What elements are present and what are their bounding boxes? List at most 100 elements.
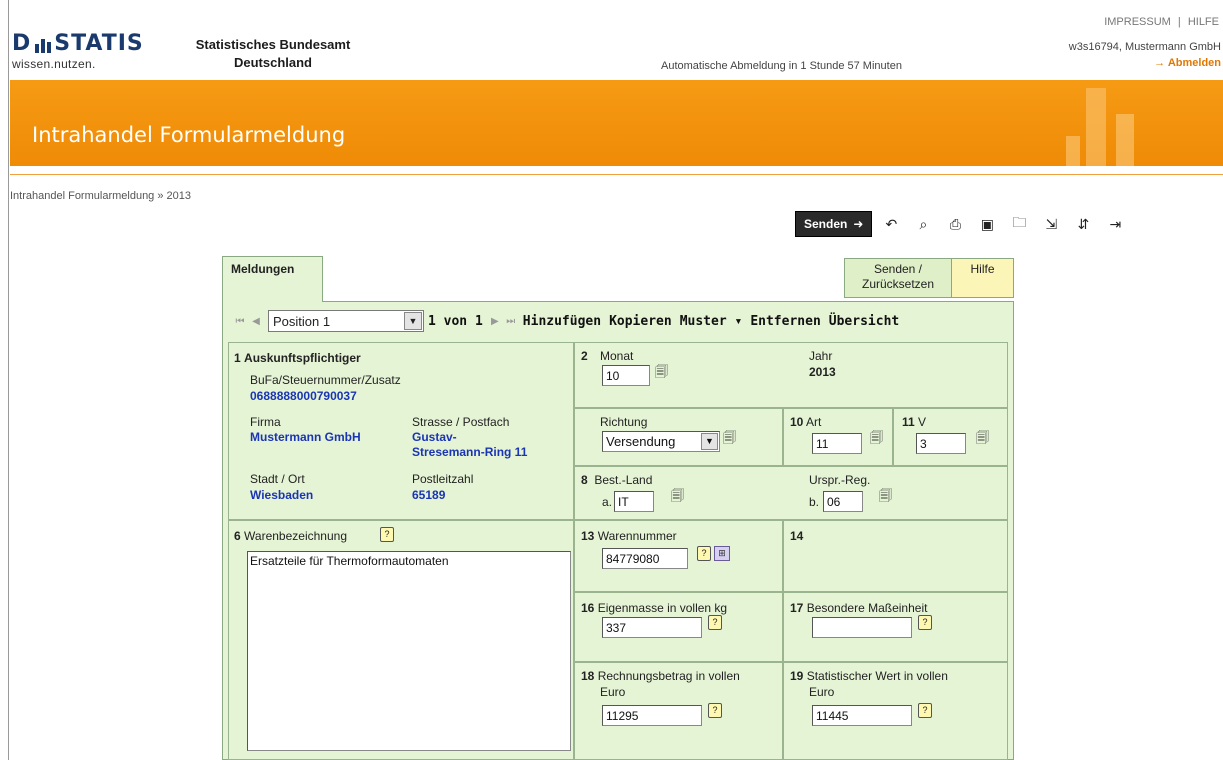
field-8-country: 8 Best.-Land a. IT 🗐 Urspr.-Reg. b. 06 🗐 [574,466,1008,520]
richtung-label: Richtung [600,415,648,429]
ursprreg-input[interactable]: 06 [823,491,863,512]
monat-label: Monat [600,349,634,363]
eigenmasse-input[interactable]: 337 [602,617,702,638]
chevron-down-icon: ▼ [701,433,718,450]
last-icon[interactable]: ⏭ [503,316,519,327]
session-timeout-text: Automatische Abmeldung in 1 Stunde 57 Mi… [661,60,902,72]
remove-button[interactable]: Entfernen [750,314,820,329]
page-indicator: 1 von 1 [428,313,483,329]
tab-send-reset-line1: Senden / [873,262,923,276]
tab-send-reset[interactable]: Senden / Zurücksetzen [844,258,952,298]
field-17-special-unit: 17 Besondere Maßeinheit ? [783,592,1008,662]
open-folder-icon[interactable]: 🗀 [1006,211,1032,237]
field-number: 19 [790,669,804,683]
copy-button[interactable]: Kopieren [609,314,672,329]
field-11-v: 11 V 3 🗐 [893,408,1008,466]
field-2-period: 2 Monat 10 🗐 Jahr 2013 [574,342,1008,408]
street-label: Strasse / Postfach [412,415,510,429]
destatis-logo[interactable]: D STATIS wissen.nutzen. [12,32,162,74]
art-label: Art [806,415,822,429]
picker-icon[interactable]: 🗐 [879,489,897,505]
logo-bars-icon [35,37,52,53]
help-icon[interactable]: ? [697,546,711,561]
picker-icon[interactable]: 🗐 [671,489,689,505]
firma-value: Mustermann GmbH [250,430,361,444]
statwert-input[interactable]: 11445 [812,705,912,726]
template-menu[interactable]: Muster ▾ [680,314,743,329]
besmass-input[interactable] [812,617,912,638]
overview-button[interactable]: Übersicht [829,314,899,329]
field-6-goods-description: 6 Warenbezeichnung ? Ersatzteile für The… [228,520,574,760]
left-border [8,0,9,760]
import-icon[interactable]: ⇵ [1070,211,1096,237]
bestland-input[interactable]: IT [614,491,654,512]
help-icon[interactable]: ? [918,703,932,718]
besmass-label: Besondere Maßeinheit [806,601,928,615]
field-18-invoice-amount: 18 Rechnungsbetrag in vollen Euro 11295 … [574,662,783,760]
help-icon[interactable]: ? [708,703,722,718]
zip-label: Postleitzahl [412,472,474,486]
logout-icon[interactable]: ⇥ [1102,211,1128,237]
position-select[interactable]: Position 1 ▼ [268,310,424,332]
print-preview-icon[interactable]: ⎙ [942,211,968,237]
org-name: Statistisches Bundesamt Deutschland [178,36,368,72]
picker-icon[interactable]: 🗐 [870,431,888,447]
hilfe-link[interactable]: HILFE [1188,16,1219,28]
next-icon[interactable]: ▶ [487,316,503,327]
picker-icon[interactable]: 🗐 [723,431,741,447]
zip-value: 65189 [412,488,446,502]
picker-icon[interactable]: 🗐 [655,365,673,381]
logo-tagline: wissen.nutzen. [12,57,96,71]
rechnung-input[interactable]: 11295 [602,705,702,726]
art-input[interactable]: 11 [812,433,862,454]
logout-link[interactable]: → Abmelden [1154,57,1221,69]
tab-hilfe[interactable]: Hilfe [952,258,1014,298]
tab-meldungen[interactable]: Meldungen [222,256,323,302]
field-number: 6 [234,529,241,543]
export-icon[interactable]: ⇲ [1038,211,1064,237]
position-navigation: ⏮ ◀ Position 1 ▼ 1 von 1 ▶ ⏭ Hinzufügen … [232,308,903,334]
monat-input[interactable]: 10 [602,365,650,386]
richtung-select[interactable]: Versendung ▼ [602,431,720,452]
eigenmasse-label: Eigenmasse in vollen kg [597,601,728,615]
org-line-2: Deutschland [233,55,312,70]
save-icon[interactable]: ▣ [974,211,1000,237]
chevron-down-icon: ▼ [404,312,422,330]
warennr-input[interactable]: 84779080 [602,548,688,569]
undo-icon[interactable]: ↶ [878,211,904,237]
picker-icon[interactable]: 🗐 [976,431,994,447]
waren-textarea[interactable]: Ersatzteile für Thermoformautomaten [247,551,571,751]
field-number: 11 [902,415,915,429]
reporter-title: Auskunftspflichtiger [244,351,361,365]
prev-icon[interactable]: ◀ [248,316,264,327]
help-icon[interactable]: ? [708,615,722,630]
ursprreg-prefix: b. [809,495,820,509]
top-nav: IMPRESSUM | HILFE [1104,16,1219,28]
city-label: Stadt / Ort [250,472,305,486]
help-icon[interactable]: ? [918,615,932,630]
send-button[interactable]: Senden ➜ [795,211,873,237]
field-number: 10 [790,415,804,429]
field-number: 18 [581,669,595,683]
arrow-right-icon: ➜ [853,217,864,231]
toolbar: Senden ➜ ↶ ⌕ ⎙ ▣ 🗀 ⇲ ⇵ ⇥ [795,210,1128,238]
field-10-art: 10 Art 11 🗐 [783,408,893,466]
bestland-prefix: a. [602,495,613,509]
add-button[interactable]: Hinzufügen [523,314,601,329]
search-icon[interactable]: ⌕ [910,211,936,237]
first-icon[interactable]: ⏮ [232,316,248,327]
field-1-reporter: 1 Auskunftspflichtiger BuFa/Steuernummer… [228,342,574,520]
org-line-1: Statistisches Bundesamt [195,37,351,52]
field-19-statistical-value: 19 Statistischer Wert in vollen Euro 114… [783,662,1008,760]
logo-wordmark: D STATIS [12,31,144,56]
field-14: 14 [783,520,1008,592]
field-direction: Richtung Versendung ▼ 🗐 [574,408,783,466]
help-icon[interactable]: ? [380,527,394,542]
city-value: Wiesbaden [250,488,314,502]
impressum-link[interactable]: IMPRESSUM [1104,16,1171,28]
jahr-value: 2013 [809,365,836,379]
v-input[interactable]: 3 [916,433,966,454]
breadcrumb[interactable]: Intrahandel Formularmeldung » 2013 [10,190,191,202]
nav-separator: | [1177,16,1181,28]
code-lookup-icon[interactable]: ⊞ [714,546,730,561]
